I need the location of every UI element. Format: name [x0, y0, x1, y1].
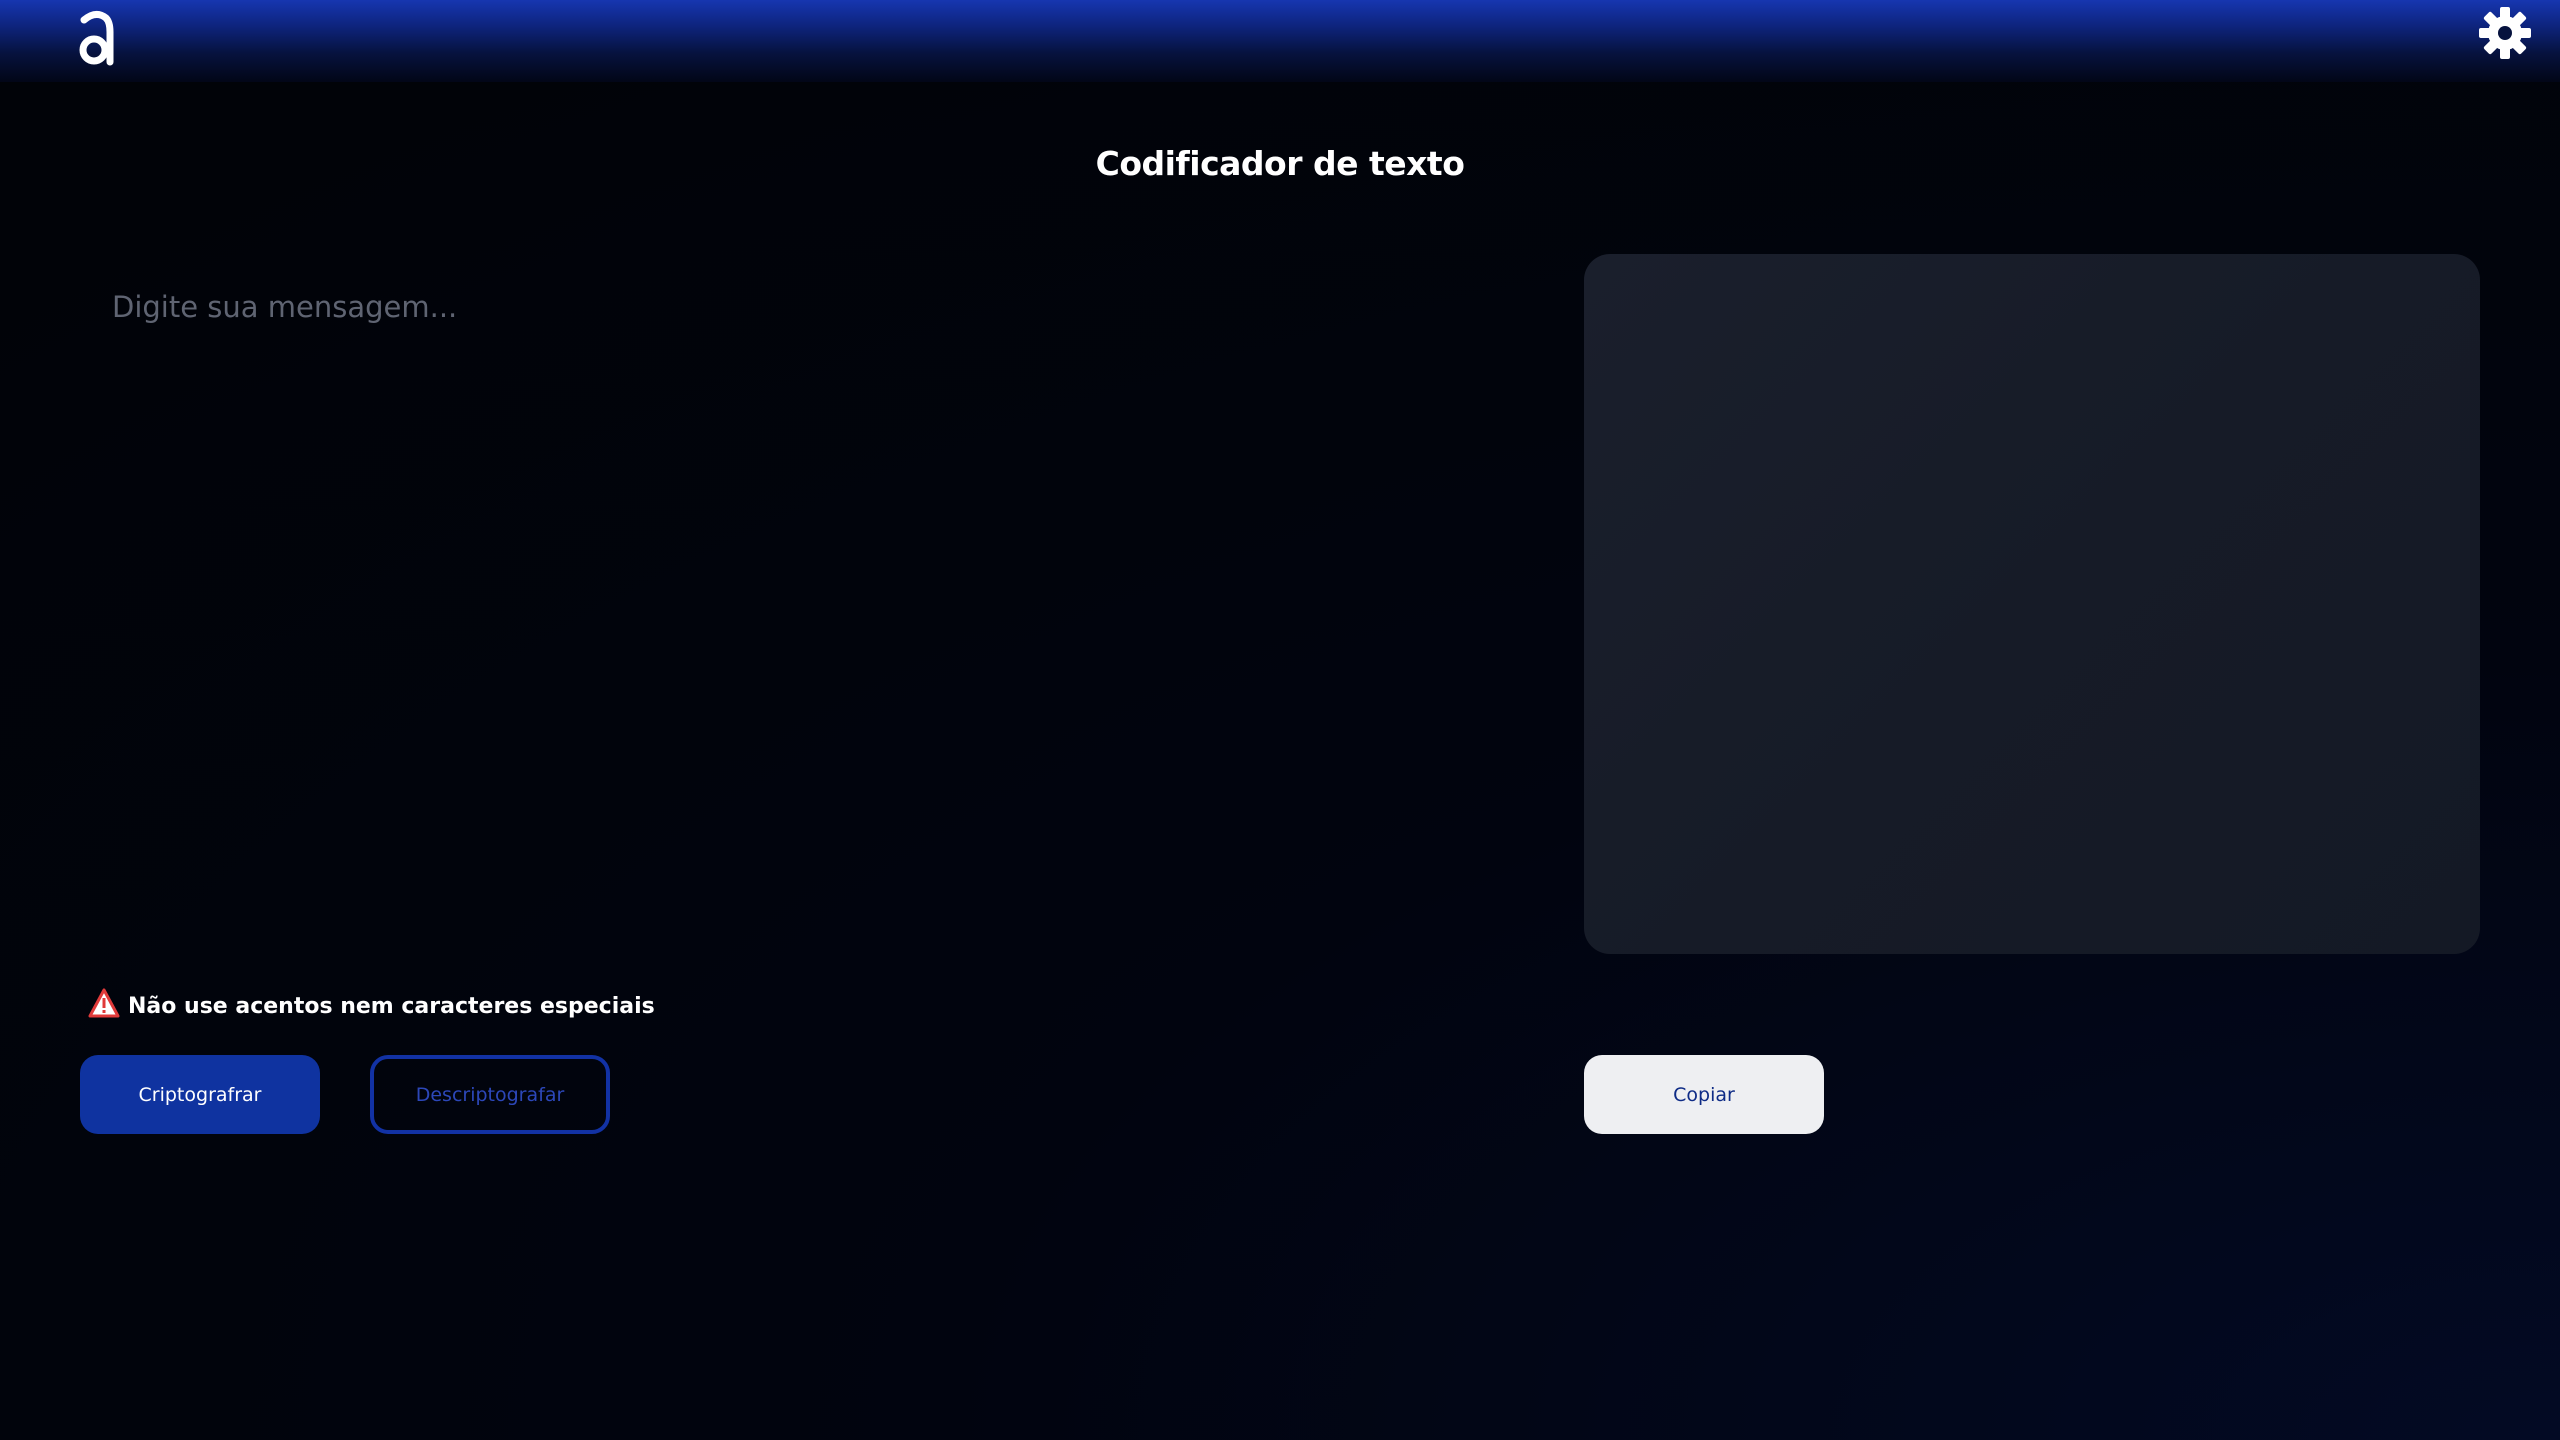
- page-title: Codificador de texto: [1095, 144, 1465, 183]
- warning-message: Não use acentos nem caracteres especiais: [88, 988, 655, 1024]
- top-header-bar: [0, 0, 2560, 82]
- warning-text: Não use acentos nem caracteres especiais: [128, 993, 655, 1019]
- message-input[interactable]: [80, 270, 1520, 920]
- decrypt-button[interactable]: Descriptografar: [370, 1055, 610, 1134]
- copy-button[interactable]: Copiar: [1584, 1055, 1824, 1134]
- output-panel: [1584, 254, 2480, 954]
- encrypt-button[interactable]: Criptografrar: [80, 1055, 320, 1134]
- gear-icon[interactable]: [2478, 6, 2532, 60]
- warning-triangle-icon: [88, 988, 120, 1024]
- alura-a-logo-icon[interactable]: [76, 6, 116, 66]
